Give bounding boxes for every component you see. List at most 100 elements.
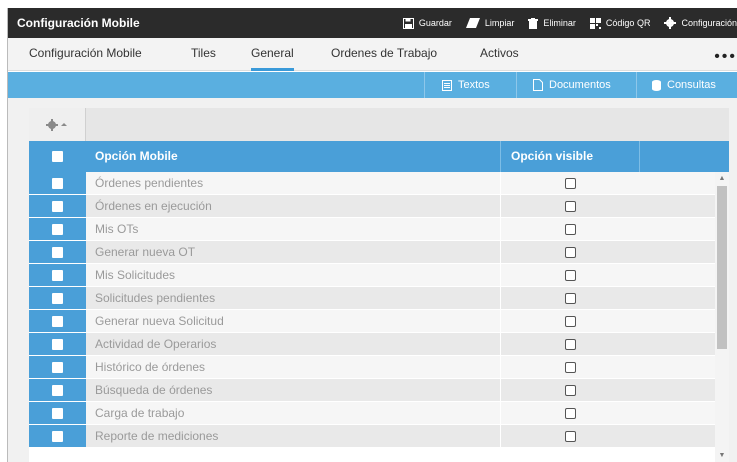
visible-checkbox[interactable] xyxy=(565,223,576,235)
configuration-button[interactable]: Configuración xyxy=(664,17,737,29)
save-button[interactable]: Guardar xyxy=(402,17,452,29)
visible-checkbox[interactable] xyxy=(565,292,576,304)
option-label: Carga de trabajo xyxy=(86,402,500,424)
table-row[interactable]: Generar nueva Solicitud xyxy=(29,310,715,333)
table-row[interactable]: Histórico de órdenes xyxy=(29,356,715,379)
checkbox-box xyxy=(52,407,63,419)
empty-cell xyxy=(640,264,715,286)
title-bar: Configuración Mobile Guardar Limpiar Eli… xyxy=(8,8,737,38)
table-row[interactable]: Carga de trabajo xyxy=(29,402,715,425)
option-label: Generar nueva OT xyxy=(86,241,500,263)
table-row[interactable]: Búsqueda de órdenes xyxy=(29,379,715,402)
table-row[interactable]: Reporte de mediciones xyxy=(29,425,715,448)
file-icon xyxy=(533,79,543,91)
row-select-checkbox[interactable] xyxy=(29,356,86,378)
row-select-checkbox[interactable] xyxy=(29,264,86,286)
table-row[interactable]: Solicitudes pendientes xyxy=(29,287,715,310)
tab-ordenes-de-trabajo[interactable]: Ordenes de Trabajo xyxy=(331,38,437,71)
option-label: Mis OTs xyxy=(86,218,500,240)
column-header-visible[interactable]: Opción visible xyxy=(500,141,640,172)
vertical-scrollbar[interactable]: ▲ ▼ xyxy=(715,172,729,462)
visible-checkbox[interactable] xyxy=(565,361,576,373)
column-header-option[interactable]: Opción Mobile xyxy=(95,141,178,172)
table-row[interactable]: Mis OTs xyxy=(29,218,715,241)
row-select-checkbox[interactable] xyxy=(29,333,86,355)
eraser-icon xyxy=(465,18,480,28)
scroll-down-icon[interactable]: ▼ xyxy=(718,452,726,460)
divider xyxy=(636,72,637,98)
visible-checkbox[interactable] xyxy=(565,177,576,189)
checkbox-box xyxy=(52,384,63,396)
row-select-checkbox[interactable] xyxy=(29,218,86,240)
row-select-checkbox[interactable] xyxy=(29,379,86,401)
scroll-thumb[interactable] xyxy=(717,186,727,349)
empty-cell xyxy=(640,333,715,355)
option-label: Generar nueva Solicitud xyxy=(86,310,500,332)
visible-checkbox-cell xyxy=(500,356,640,378)
clear-button[interactable]: Limpiar xyxy=(465,18,515,28)
select-all-checkbox[interactable] xyxy=(29,141,86,172)
option-label: Solicitudes pendientes xyxy=(86,287,500,309)
table-row[interactable]: Mis Solicitudes xyxy=(29,264,715,287)
gear-dropdown-icon xyxy=(46,118,67,131)
row-select-checkbox[interactable] xyxy=(29,402,86,424)
visible-checkbox[interactable] xyxy=(565,269,576,281)
texts-label: Textos xyxy=(458,79,490,91)
save-icon xyxy=(402,17,414,29)
tab-activos[interactable]: Activos xyxy=(480,38,519,71)
row-select-checkbox[interactable] xyxy=(29,241,86,263)
texts-button[interactable]: Textos xyxy=(442,72,490,98)
tab-general[interactable]: General xyxy=(251,38,294,71)
checkbox-box xyxy=(52,223,63,235)
row-select-checkbox[interactable] xyxy=(29,425,86,447)
table-row[interactable]: Generar nueva OT xyxy=(29,241,715,264)
checkbox-box xyxy=(52,177,63,189)
visible-checkbox-cell xyxy=(500,379,640,401)
row-select-checkbox[interactable] xyxy=(29,287,86,309)
visible-checkbox-cell xyxy=(500,287,640,309)
tab-configuracion-mobile[interactable]: Configuración Mobile xyxy=(29,38,142,71)
tab-bar: Configuración Mobile Tiles General Orden… xyxy=(8,38,737,71)
visible-checkbox-cell xyxy=(500,218,640,240)
tab-tiles[interactable]: Tiles xyxy=(191,38,216,71)
visible-checkbox[interactable] xyxy=(565,407,576,419)
row-select-checkbox[interactable] xyxy=(29,172,86,194)
divider xyxy=(424,72,425,98)
empty-cell xyxy=(640,379,715,401)
clear-label: Limpiar xyxy=(484,18,515,28)
empty-cell xyxy=(640,195,715,217)
visible-checkbox[interactable] xyxy=(565,200,576,212)
checkbox-box xyxy=(52,315,63,327)
scroll-up-icon[interactable]: ▲ xyxy=(718,175,726,183)
visible-checkbox[interactable] xyxy=(565,384,576,396)
content-area: Opción Mobile Opción visible Órdenes pen… xyxy=(8,98,737,462)
queries-label: Consultas xyxy=(667,79,716,91)
visible-checkbox-cell xyxy=(500,402,640,424)
visible-checkbox[interactable] xyxy=(565,338,576,350)
table-row[interactable]: Actividad de Operarios xyxy=(29,333,715,356)
table-row[interactable]: Órdenes pendientes xyxy=(29,172,715,195)
visible-checkbox[interactable] xyxy=(565,430,576,442)
table-row[interactable]: Órdenes en ejecución xyxy=(29,195,715,218)
visible-checkbox-cell xyxy=(500,264,640,286)
action-bar: Textos Documentos Consultas xyxy=(8,72,737,98)
row-select-checkbox[interactable] xyxy=(29,195,86,217)
more-tabs-button[interactable]: ••• xyxy=(714,48,737,66)
delete-button[interactable]: Eliminar xyxy=(528,17,576,29)
checkbox-box xyxy=(52,200,63,212)
documents-label: Documentos xyxy=(549,79,611,91)
empty-cell xyxy=(640,356,715,378)
checkbox-box xyxy=(52,361,63,373)
divider xyxy=(516,72,517,98)
qr-code-button[interactable]: Código QR xyxy=(589,17,650,29)
visible-checkbox[interactable] xyxy=(565,246,576,258)
option-label: Órdenes en ejecución xyxy=(86,195,500,217)
grid-body: Órdenes pendientes Órdenes en ejecución Mi… xyxy=(29,172,715,448)
queries-button[interactable]: Consultas xyxy=(652,72,716,98)
documents-button[interactable]: Documentos xyxy=(533,72,611,98)
row-select-checkbox[interactable] xyxy=(29,310,86,332)
configuration-label: Configuración xyxy=(681,18,737,28)
database-icon xyxy=(652,79,661,91)
visible-checkbox[interactable] xyxy=(565,315,576,327)
grid-settings-button[interactable] xyxy=(29,108,86,141)
